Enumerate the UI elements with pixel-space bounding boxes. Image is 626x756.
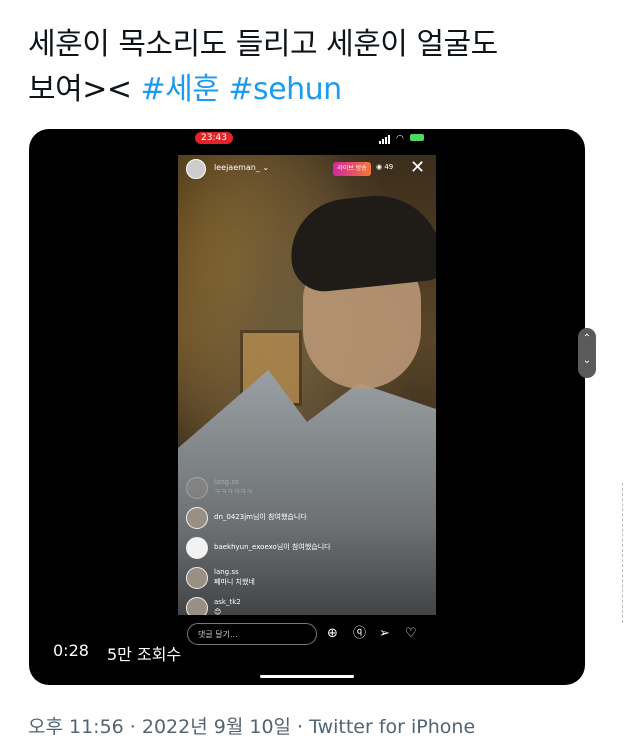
list-item: dn_0423jm님이 참여했습니다	[186, 507, 426, 529]
status-icons: ◠	[379, 134, 424, 144]
avatar	[186, 567, 208, 589]
video-elapsed: 0:28	[53, 641, 89, 660]
list-item: lang.ss 쩨마니 치했네	[186, 567, 426, 589]
tweet-line-2-text: 보여><	[28, 72, 132, 107]
wifi-icon: ◠	[396, 134, 404, 144]
avatar	[186, 507, 208, 529]
tweet-line-1: 세훈이 목소리도 들리고 세훈이 얼굴도	[28, 27, 498, 62]
video-views: 5만 조회수	[107, 645, 182, 664]
tweet-meta[interactable]: 오후 11:56 · 2022년 9월 10일 · Twitter for iP…	[28, 712, 475, 739]
battery-icon	[409, 134, 424, 141]
avatar[interactable]	[186, 159, 206, 179]
chevron-down-icon[interactable]: ⌄	[578, 350, 596, 372]
viewer-count: ◉ 49	[376, 163, 394, 171]
comment-input[interactable]: 댓글 달기...	[187, 623, 317, 645]
send-icon[interactable]: ➢	[379, 626, 390, 642]
comment-list: lang.ss ㅋㅋㅋㅋㅋㅋ dn_0423jm님이 참여했습니다 baekhyu…	[186, 477, 426, 615]
signal-icon	[379, 134, 390, 144]
list-item: ask_tk2 😊	[186, 597, 426, 615]
live-header: leejaeman_ ⌄ 라이브 방송 ◉ 49 ✕	[178, 155, 436, 183]
list-item: lang.ss ㅋㅋㅋㅋㅋㅋ	[186, 477, 426, 499]
tweet-text: 세훈이 목소리도 들리고 세훈이 얼굴도 보여>< #세훈 #sehun	[28, 22, 608, 112]
edge-divider	[622, 483, 626, 623]
chevron-up-icon[interactable]: ⌃	[578, 328, 596, 350]
live-stream-frame: leejaeman_ ⌄ 라이브 방송 ◉ 49 ✕ lang.ss ㅋㅋㅋㅋㅋㅋ…	[178, 155, 436, 615]
list-item: baekhyun_exoexo님이 참여했습니다	[186, 537, 426, 559]
heart-icon[interactable]: ♡	[405, 626, 417, 642]
scroll-control[interactable]: ⌃ ⌄	[578, 328, 596, 378]
status-time-pill: 23:43	[195, 132, 233, 144]
plus-icon[interactable]: ⊕	[327, 626, 338, 642]
live-username[interactable]: leejaeman_ ⌄	[214, 163, 269, 172]
live-badge: 라이브 방송	[333, 162, 371, 176]
tweet-line-2: 보여>< #세훈 #sehun	[28, 67, 608, 112]
cap-shape	[285, 189, 436, 295]
hashtag-sehun-korean[interactable]: #세훈	[141, 72, 220, 107]
close-icon[interactable]: ✕	[410, 158, 425, 178]
avatar	[186, 597, 208, 615]
home-indicator	[260, 675, 354, 678]
avatar	[186, 477, 208, 499]
avatar	[186, 537, 208, 559]
live-controls: 댓글 달기... ⊕ ⓠ ➢ ♡	[187, 623, 427, 649]
hashtag-sehun[interactable]: #sehun	[228, 72, 342, 107]
video-player[interactable]: 23:43 ◠ leejaeman_ ⌄ 라이브 방송 ◉ 49 ✕ lang.…	[29, 129, 585, 685]
question-icon[interactable]: ⓠ	[353, 626, 366, 642]
